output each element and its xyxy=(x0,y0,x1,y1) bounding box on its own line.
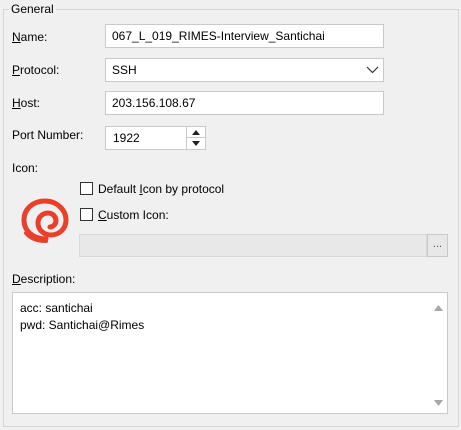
port-stepper[interactable]: 1922 xyxy=(105,126,206,150)
default-icon-checkbox[interactable] xyxy=(80,182,93,195)
description-line: acc: santichai xyxy=(20,301,93,315)
xshell-spiral-icon xyxy=(21,198,69,243)
port-value: 1922 xyxy=(113,131,140,145)
custom-icon-label[interactable]: Custom Icon: xyxy=(98,208,169,222)
host-input[interactable]: 203.156.108.67 xyxy=(105,91,384,115)
icon-label: Icon: xyxy=(12,161,39,175)
name-input[interactable]: 067_L_019_RIMES-Interview_Santichai xyxy=(105,24,384,48)
protocol-label: Protocol: xyxy=(12,63,60,77)
port-decrement-button[interactable] xyxy=(186,138,205,149)
browse-button[interactable]: ... xyxy=(427,234,448,257)
description-line: pwd: Santichai@Rimes xyxy=(20,318,145,332)
description-textarea[interactable]: acc: santichai pwd: Santichai@Rimes xyxy=(12,292,448,414)
description-label: Description: xyxy=(12,272,76,286)
host-label: Host: xyxy=(12,96,41,110)
default-icon-label[interactable]: Default Icon by protocol xyxy=(98,182,224,196)
port-label: Port Number: xyxy=(12,128,84,142)
protocol-value: SSH xyxy=(112,63,137,77)
custom-icon-checkbox[interactable] xyxy=(80,208,93,221)
scroll-up-icon[interactable] xyxy=(434,305,443,311)
custom-icon-path-input[interactable] xyxy=(79,234,427,257)
triangle-down-icon xyxy=(192,141,200,146)
triangle-up-icon xyxy=(192,130,200,135)
scroll-down-icon[interactable] xyxy=(434,400,443,406)
protocol-select[interactable]: SSH xyxy=(105,58,384,82)
port-increment-button[interactable] xyxy=(186,127,205,138)
group-title: General xyxy=(9,2,56,16)
chevron-down-icon xyxy=(366,66,379,74)
description-scrollbar[interactable] xyxy=(430,293,447,413)
name-label: Name: xyxy=(12,30,48,44)
